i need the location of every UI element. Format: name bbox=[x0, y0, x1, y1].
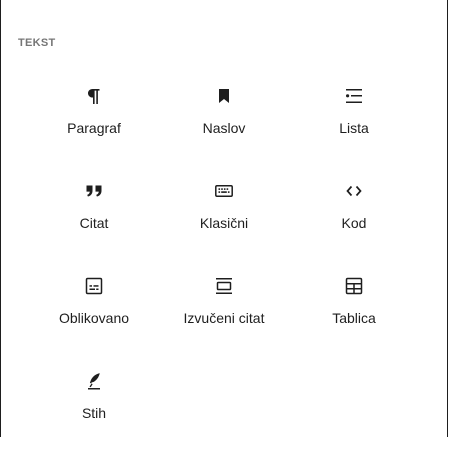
block-label: Klasični bbox=[199, 215, 249, 231]
block-label: Lista bbox=[339, 120, 369, 136]
block-item-table[interactable]: Tablica bbox=[289, 264, 419, 359]
block-item-verse[interactable]: Stih bbox=[29, 359, 159, 454]
block-label: Tablica bbox=[332, 310, 376, 326]
bookmark-icon bbox=[212, 84, 236, 108]
block-label: Citat bbox=[79, 215, 109, 231]
list-icon bbox=[342, 84, 366, 108]
pullquote-icon bbox=[212, 274, 236, 298]
block-label: Stih bbox=[81, 405, 107, 421]
block-label: Kod bbox=[341, 215, 367, 231]
block-label: Oblikovano bbox=[58, 310, 130, 326]
block-item-classic[interactable]: Klasični bbox=[159, 169, 289, 264]
block-label: Paragraf bbox=[67, 120, 121, 136]
block-item-preformatted[interactable]: Oblikovano bbox=[29, 264, 159, 359]
block-inserter-panel: TEKST Paragraf Naslov Lista Citat Klasič… bbox=[0, 0, 448, 437]
block-item-pullquote[interactable]: Izvučeni citat bbox=[159, 264, 289, 359]
paragraph-icon bbox=[82, 84, 106, 108]
table-icon bbox=[342, 274, 366, 298]
code-icon bbox=[342, 179, 366, 203]
block-item-heading[interactable]: Naslov bbox=[159, 74, 289, 169]
block-item-list[interactable]: Lista bbox=[289, 74, 419, 169]
block-grid: Paragraf Naslov Lista Citat Klasični Kod… bbox=[29, 74, 419, 454]
block-label: Izvučeni citat bbox=[183, 310, 265, 326]
quote-icon bbox=[82, 179, 106, 203]
block-item-paragraph[interactable]: Paragraf bbox=[29, 74, 159, 169]
category-title: TEKST bbox=[18, 37, 56, 49]
block-label: Naslov bbox=[202, 120, 246, 136]
verse-icon bbox=[82, 369, 106, 393]
preformatted-icon bbox=[82, 274, 106, 298]
block-item-quote[interactable]: Citat bbox=[29, 169, 159, 264]
keyboard-icon bbox=[212, 179, 236, 203]
block-item-code[interactable]: Kod bbox=[289, 169, 419, 264]
